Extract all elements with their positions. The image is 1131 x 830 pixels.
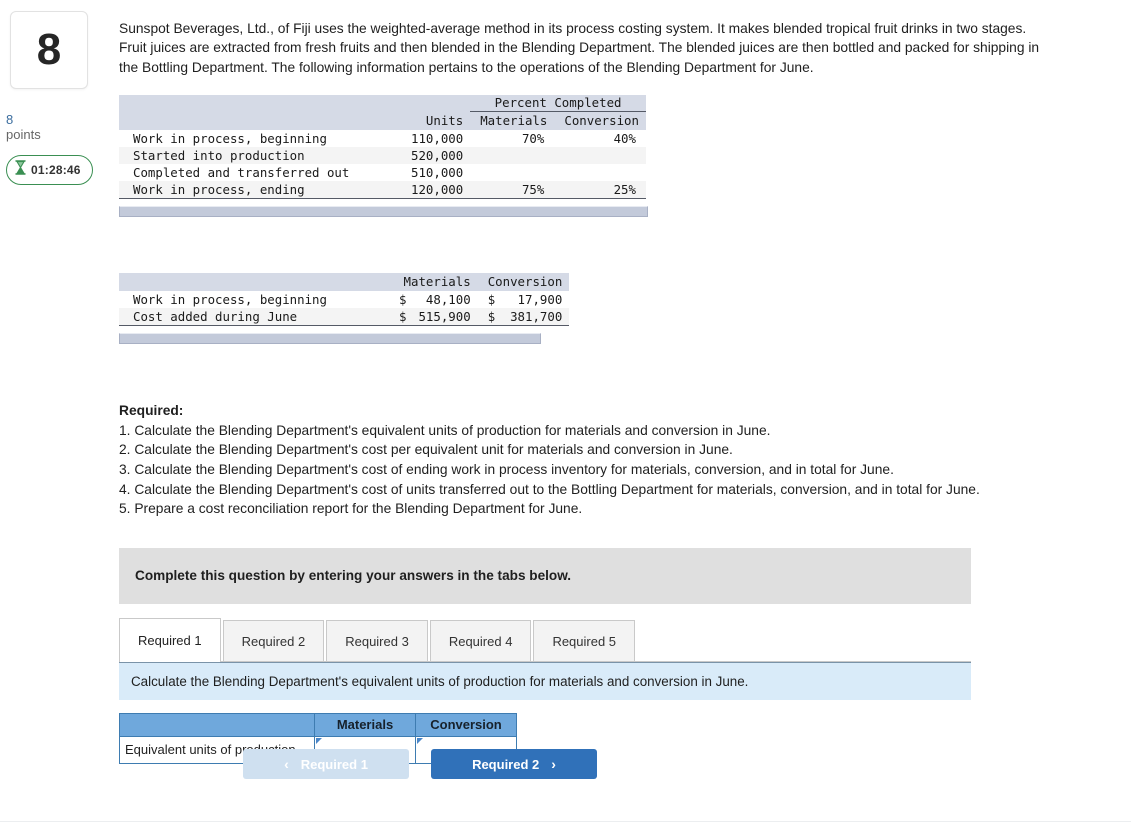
row-label: Work in process, ending	[119, 181, 401, 200]
answer-grid-header-materials: Materials	[314, 712, 416, 737]
timer-badge[interactable]: 01:28:46	[6, 155, 93, 185]
cost-table-horizontal-scrollbar[interactable]	[119, 333, 541, 345]
next-required-label: Required 2	[472, 756, 540, 772]
previous-required-button[interactable]: ‹ Required 1	[243, 749, 409, 779]
next-required-button[interactable]: Required 2 ›	[431, 749, 597, 779]
row-conversion: 381,700	[497, 308, 570, 327]
table-row: Work in process, beginning $ 48,100 $ 17…	[119, 291, 569, 308]
previous-required-label: Required 1	[300, 756, 368, 772]
points-label: points	[6, 127, 41, 142]
row-materials: 70%	[521, 131, 545, 147]
complete-question-text: Complete this question by entering your …	[135, 568, 572, 584]
table-row: Started into production 520,000	[119, 147, 646, 165]
tab-required-2[interactable]: Required 2	[222, 619, 325, 661]
row-units: 120,000	[401, 181, 471, 200]
tab-required-4[interactable]: Required 4	[429, 619, 532, 661]
required-item-1: 1. Calculate the Blending Department's e…	[119, 422, 771, 438]
row-conversion: 25%	[554, 181, 646, 200]
question-number: 8	[36, 25, 62, 74]
row-conversion	[554, 147, 646, 165]
row-materials: 48,100	[425, 292, 471, 308]
row-units: 520,000	[401, 147, 471, 165]
cost-table-header-materials: Materials	[403, 274, 471, 290]
row-label: Work in process, beginning	[133, 131, 327, 147]
cost-table-container: Materials Conversion Work in process, be…	[119, 273, 1079, 345]
row-conversion	[554, 164, 646, 181]
required-item-4: 4. Calculate the Blending Department's c…	[119, 481, 980, 497]
cost-table-blank-header	[119, 273, 389, 291]
row-conversion-symbol: $	[487, 292, 496, 308]
table-row: Work in process, ending 120,000 75% 25%	[119, 181, 646, 200]
intro-paragraph: Sunspot Beverages, Ltd., of Fiji uses th…	[119, 21, 1040, 75]
units-table-header-conversion: Conversion	[564, 113, 639, 129]
required-section: Required: 1. Calculate the Blending Depa…	[119, 401, 1057, 519]
question-rail: 8 8 points 01:28:46	[0, 0, 110, 185]
answer-grid-header-conversion: Conversion	[415, 712, 517, 737]
units-table: Percent Completed Units Materials Conver…	[119, 95, 646, 200]
row-units: 110,000	[411, 131, 464, 147]
chevron-right-icon: ›	[551, 756, 556, 772]
cost-table-header-row: Materials Conversion	[119, 273, 570, 292]
complete-question-banner: Complete this question by entering your …	[119, 547, 971, 604]
question-body: Sunspot Beverages, Ltd., of Fiji uses th…	[119, 0, 1079, 764]
tab-instruction-banner: Calculate the Blending Department's equi…	[119, 661, 971, 700]
required-title: Required:	[119, 403, 184, 419]
percent-completed-group-header: Percent Completed	[470, 95, 646, 113]
spacer-cell	[401, 95, 470, 112]
required-item-5: 5. Prepare a cost reconciliation report …	[119, 501, 583, 517]
row-conversion: 17,900	[517, 292, 563, 308]
question-number-box: 8	[10, 11, 88, 89]
row-units: 510,000	[411, 165, 464, 181]
cell-marker-icon	[417, 737, 423, 744]
units-table-container: Percent Completed Units Materials Conver…	[119, 95, 1079, 218]
answer-grid-header-row: Materials Conversion	[119, 712, 517, 737]
required-item-2: 2. Calculate the Blending Department's c…	[119, 442, 733, 458]
row-label: Cost added during June	[119, 308, 389, 327]
row-materials: 75%	[470, 181, 555, 200]
row-materials	[470, 164, 554, 181]
units-table-group-header-row: Percent Completed	[119, 95, 646, 113]
cost-table-header-conversion: Conversion	[487, 274, 563, 290]
units-table-header-materials: Materials	[480, 113, 548, 129]
tab-required-5[interactable]: Required 5	[533, 619, 636, 661]
timer-value: 01:28:46	[31, 163, 81, 177]
row-materials-symbol: $	[399, 292, 407, 308]
points-value: 8	[6, 112, 14, 127]
units-table-horizontal-scrollbar[interactable]	[119, 206, 648, 218]
row-materials: 515,900	[408, 308, 478, 327]
tab-required-3[interactable]: Required 3	[326, 619, 428, 661]
footer-divider	[0, 821, 1131, 822]
hourglass-icon	[15, 160, 26, 180]
spacer-cell	[119, 95, 401, 112]
cost-table: Materials Conversion Work in process, be…	[119, 273, 570, 327]
required-item-3: 3. Calculate the Blending Department's c…	[119, 462, 894, 477]
row-conversion-symbol: $	[477, 308, 498, 327]
row-label: Work in process, beginning	[133, 292, 327, 308]
units-table-blank-header	[119, 112, 401, 131]
cell-marker-icon	[316, 737, 322, 744]
row-conversion: 40%	[613, 131, 636, 147]
answer-grid-corner	[119, 712, 315, 737]
tab-required-1[interactable]: Required 1	[119, 617, 221, 662]
table-row: Completed and transferred out 510,000	[119, 164, 646, 181]
required-tabs: Required 1 Required 2 Required 3 Require…	[119, 617, 971, 662]
table-row: Work in process, beginning 110,000 70% 4…	[119, 130, 646, 147]
row-label: Completed and transferred out	[133, 165, 350, 181]
row-materials	[470, 147, 555, 165]
row-materials-symbol: $	[389, 308, 409, 327]
table-row: Cost added during June $ 515,900 $ 381,7…	[119, 308, 570, 327]
row-label: Started into production	[119, 147, 401, 165]
navigation-buttons: ‹ Required 1 Required 2 ›	[243, 749, 597, 779]
units-table-header-row: Units Materials Conversion	[119, 111, 646, 131]
units-table-header-units: Units	[425, 112, 464, 128]
chevron-left-icon: ‹	[284, 756, 289, 772]
